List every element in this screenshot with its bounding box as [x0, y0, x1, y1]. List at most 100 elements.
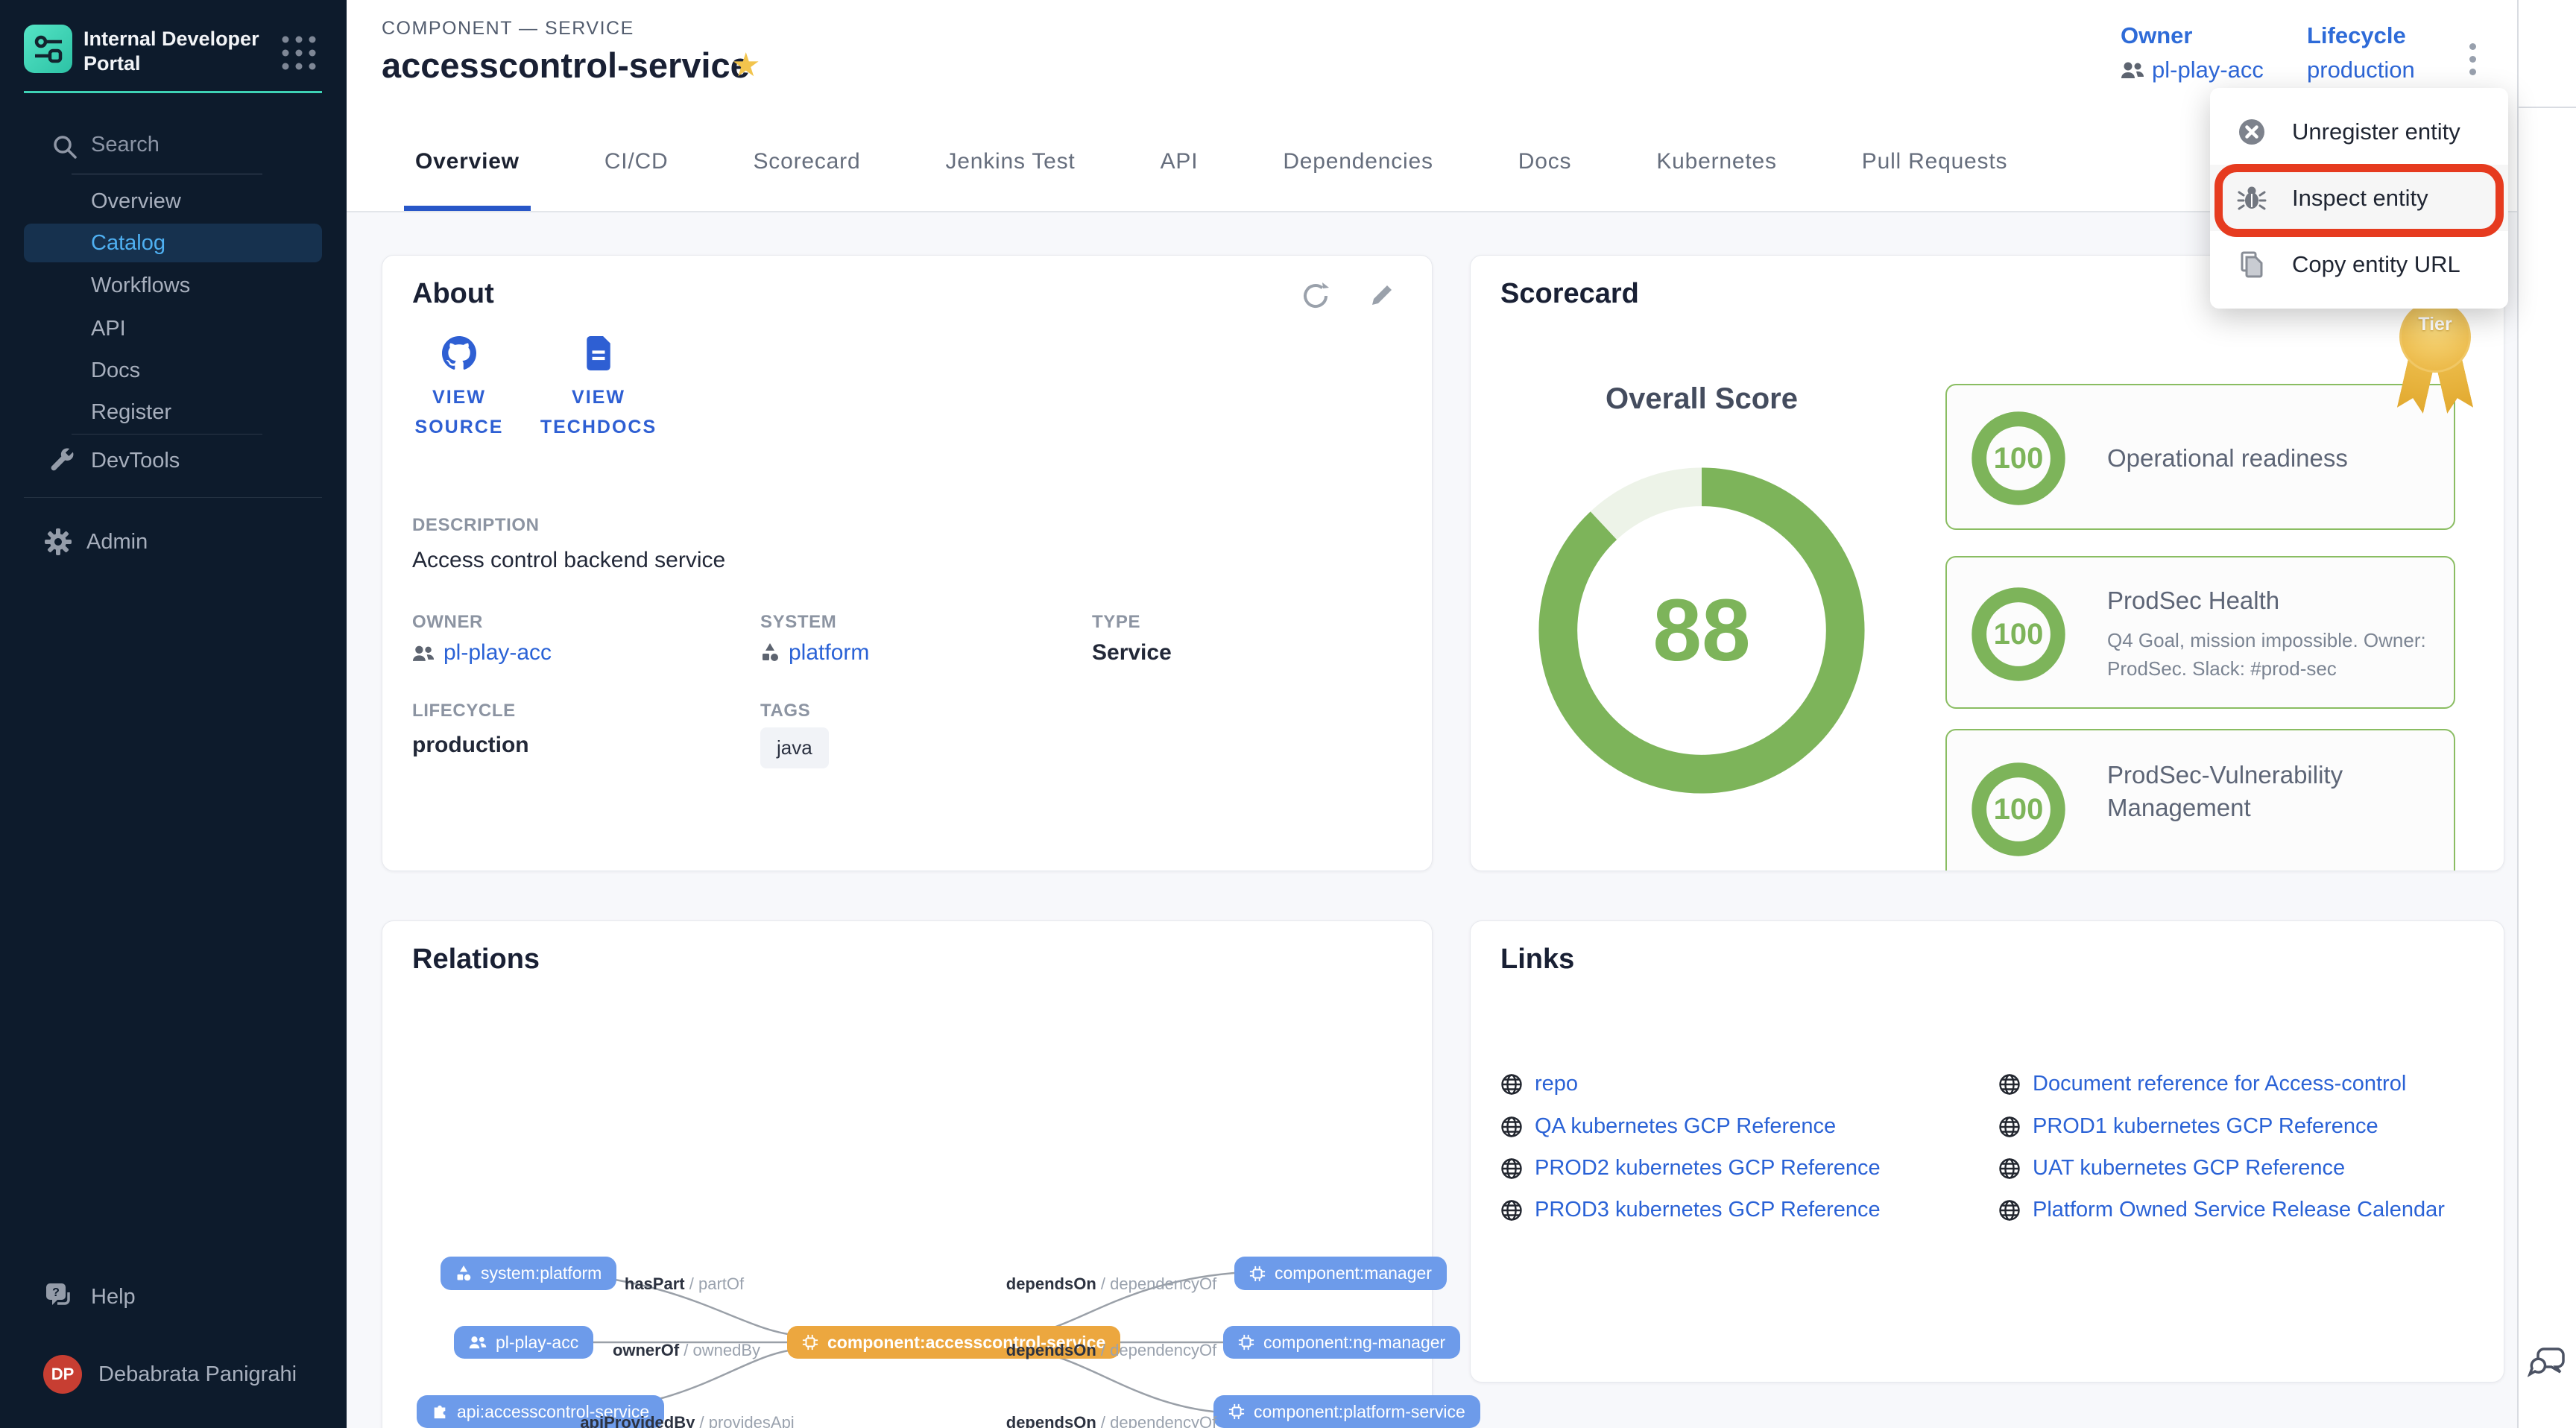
copy-icon — [2237, 250, 2267, 279]
link-prod3-kubernetes[interactable]: PROD3 kubernetes GCP Reference — [1500, 1198, 1881, 1222]
apps-grid-icon[interactable] — [279, 33, 319, 73]
sidebar-divider — [24, 497, 322, 498]
sidebar-item-docs[interactable]: Docs — [0, 351, 347, 390]
sidebar-item-help[interactable]: ? Help — [43, 1280, 136, 1313]
sidebar-item-devtools[interactable]: DevTools — [0, 441, 347, 480]
avatar: DP — [43, 1355, 82, 1394]
github-icon — [442, 336, 476, 370]
relation-node-component-ng-manager[interactable]: component:ng-manager — [1223, 1326, 1460, 1359]
tab-pull-requests[interactable]: Pull Requests — [1819, 112, 2051, 211]
link-doc-reference[interactable]: Document reference for Access-control — [1998, 1072, 2406, 1096]
system-field-label: SYSTEM — [760, 612, 836, 633]
tab-dependencies[interactable]: Dependencies — [1240, 112, 1475, 211]
app-logo[interactable] — [24, 25, 72, 73]
lifecycle-field-label: LIFECYCLE — [412, 701, 516, 721]
menu-item-inspect-entity[interactable]: Inspect entity — [2210, 165, 2508, 231]
sidebar-search[interactable]: Search — [0, 128, 347, 162]
about-card: About VIEW SOURCE VIEW TECHDOCS — [382, 255, 1433, 871]
cancel-circle-icon — [2237, 117, 2267, 147]
edge-label-ownerof: ownerOf / ownedBy — [613, 1341, 760, 1360]
link-prod2-kubernetes[interactable]: PROD2 kubernetes GCP Reference — [1500, 1156, 1881, 1181]
tab-cicd[interactable]: CI/CD — [562, 112, 711, 211]
entity-tabbar: Overview CI/CD Scorecard Jenkins Test AP… — [373, 112, 2050, 211]
group-icon — [469, 1335, 487, 1350]
check-score-ring: 100 — [1969, 409, 2068, 508]
wrench-icon — [48, 446, 76, 475]
view-techdocs-link[interactable]: VIEW TECHDOCS — [535, 336, 662, 442]
about-title: About — [412, 278, 494, 310]
check-title: ProdSec-Vulnerability Management — [2107, 759, 2435, 824]
edge-label-dependson: dependsOn / dependencyOf — [1006, 1341, 1217, 1360]
link-release-calendar[interactable]: Platform Owned Service Release Calendar — [1998, 1198, 2445, 1222]
tab-jenkins-test[interactable]: Jenkins Test — [903, 112, 1117, 211]
link-label: Platform Owned Service Release Calendar — [2033, 1198, 2445, 1222]
portal-logo-icon — [32, 33, 65, 66]
relation-node-pl-play-acc[interactable]: pl-play-acc — [454, 1326, 593, 1359]
scorecard-check-row[interactable]: 100 ProdSec Health Q4 Goal, mission impo… — [1945, 556, 2455, 709]
system-icon — [455, 1265, 472, 1283]
scorecard-title: Scorecard — [1500, 278, 1639, 310]
check-score-value: 100 — [1969, 760, 2068, 859]
description-label: DESCRIPTION — [412, 515, 540, 536]
about-system-link[interactable]: platform — [760, 640, 869, 666]
relation-node-component-platform-service[interactable]: component:platform-service — [1213, 1395, 1480, 1428]
tab-overview[interactable]: Overview — [373, 112, 562, 211]
tags-field-label: TAGS — [760, 701, 810, 721]
globe-icon — [1500, 1073, 1523, 1096]
bug-icon — [2237, 183, 2267, 213]
about-lifecycle-value: production — [412, 733, 529, 758]
sidebar-user[interactable]: DP Debabrata Panigrahi — [43, 1355, 297, 1394]
scorecard-check-row[interactable]: 100 ProdSec-Vulnerability Management — [1945, 729, 2455, 871]
sidebar-item-overview[interactable]: Overview — [0, 182, 347, 221]
scorecard-check-row[interactable]: 100 Operational readiness — [1945, 384, 2455, 530]
link-prod1-kubernetes[interactable]: PROD1 kubernetes GCP Reference — [1998, 1114, 2378, 1139]
header-lifecycle-field: Lifecycle production — [2307, 22, 2415, 83]
tab-docs[interactable]: Docs — [1476, 112, 1614, 211]
link-label: Document reference for Access-control — [2033, 1072, 2406, 1096]
help-label: Help — [91, 1285, 136, 1309]
owner-link[interactable]: pl-play-acc — [2121, 57, 2264, 83]
node-label: system:platform — [481, 1263, 602, 1283]
globe-icon — [1998, 1199, 2021, 1222]
sidebar-item-catalog[interactable]: Catalog — [24, 224, 322, 262]
tab-scorecard[interactable]: Scorecard — [711, 112, 903, 211]
sidebar-item-register[interactable]: Register — [0, 393, 347, 432]
right-rail — [2517, 0, 2576, 1428]
sidebar-item-admin[interactable]: Admin — [0, 522, 347, 561]
refresh-button[interactable] — [1296, 277, 1335, 315]
edge-label-apiprovidedby: apiProvidedBy / providesApi — [580, 1413, 794, 1428]
globe-icon — [1998, 1073, 2021, 1096]
more-options-kebab-icon[interactable] — [2457, 33, 2487, 85]
feedback-chat-button[interactable] — [2528, 1342, 2569, 1383]
relation-node-component-manager[interactable]: component:manager — [1234, 1257, 1447, 1290]
link-uat-kubernetes[interactable]: UAT kubernetes GCP Reference — [1998, 1156, 2345, 1181]
view-source-link[interactable]: VIEW SOURCE — [396, 336, 523, 442]
lifecycle-value: production — [2307, 57, 2415, 83]
check-score-ring: 100 — [1969, 760, 2068, 859]
sidebar-divider-accent — [24, 91, 322, 93]
check-score-value: 100 — [1969, 409, 2068, 508]
owner-field-label: OWNER — [412, 612, 483, 633]
relation-node-system-platform[interactable]: system:platform — [441, 1257, 616, 1290]
page-title: accesscontrol-service — [382, 45, 750, 86]
tier-badge: Tier — [2399, 301, 2471, 428]
menu-item-copy-entity-url[interactable]: Copy entity URL — [2210, 231, 2508, 297]
tab-api[interactable]: API — [1118, 112, 1241, 211]
component-chip-icon — [1249, 1266, 1266, 1282]
tab-kubernetes[interactable]: Kubernetes — [1614, 112, 1819, 211]
menu-item-unregister-entity[interactable]: Unregister entity — [2210, 98, 2508, 165]
about-owner-link[interactable]: pl-play-acc — [412, 640, 552, 666]
check-title: ProdSec Health — [2107, 584, 2435, 617]
tag-chip: java — [760, 727, 829, 768]
star-icon[interactable]: ★ — [731, 46, 760, 84]
about-system-value: platform — [789, 640, 869, 666]
link-qa-kubernetes[interactable]: QA kubernetes GCP Reference — [1500, 1114, 1836, 1139]
system-icon — [760, 642, 780, 663]
main-content: COMPONENT — SERVICE accesscontrol-servic… — [347, 0, 2517, 1428]
sidebar-item-api[interactable]: API — [0, 309, 347, 348]
globe-icon — [1998, 1157, 2021, 1180]
edit-button[interactable] — [1362, 277, 1401, 315]
sidebar-item-workflows[interactable]: Workflows — [0, 266, 347, 305]
link-label: repo — [1535, 1072, 1578, 1096]
link-repo[interactable]: repo — [1500, 1072, 1578, 1096]
